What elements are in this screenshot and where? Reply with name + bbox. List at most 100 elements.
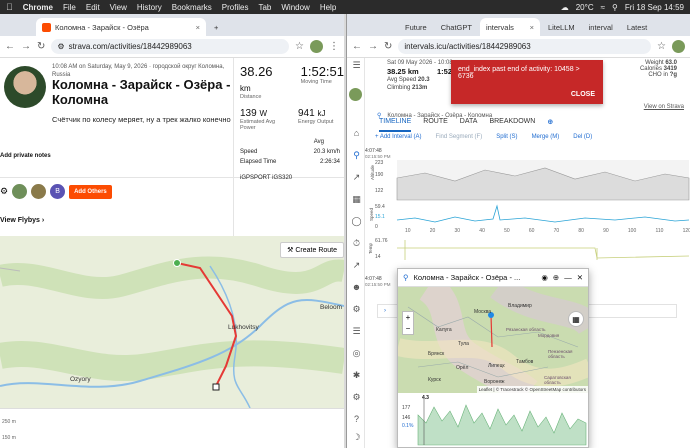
people-icon[interactable]: ☻ [351,282,362,293]
back-icon[interactable]: ← [352,41,362,52]
avatar[interactable]: B [50,184,66,199]
back-icon[interactable]: ← [5,41,15,52]
tab-intervals[interactable]: intervals × [479,18,540,36]
weather-icon[interactable]: ☁ [561,3,569,12]
camera-icon[interactable]: ◉ [541,273,548,282]
delete-button[interactable]: Del (D) [573,134,592,146]
home-icon[interactable]: ⌂ [351,128,362,139]
clock[interactable]: Fri 18 Sep 14:59 [625,3,684,12]
bookmark-star-icon[interactable]: ☆ [657,41,666,52]
x-tick: 90 [603,228,609,234]
tab-latest[interactable]: Latest [621,18,653,36]
site-info-icon[interactable]: ⚙ [57,42,64,51]
bookmark-star-icon[interactable]: ☆ [295,41,304,52]
timeline-chart[interactable]: 4:07:48 02:15:50 PM 223 190 122 Altitude… [365,148,690,268]
menu-edit[interactable]: Edit [86,3,100,12]
menu-icon[interactable]: ☰ [351,60,362,71]
avatar[interactable] [349,88,362,101]
close-icon[interactable]: × [530,23,534,32]
close-icon[interactable]: × [196,23,200,32]
tab-breakdown[interactable]: BREAKDOWN [489,118,535,132]
bulb-icon[interactable]: ✱ [351,370,362,381]
plan-icon[interactable]: ☰ [351,326,362,337]
alt-axis-label: Altitude [370,164,376,181]
menu-tab[interactable]: Tab [258,3,271,12]
menu-window[interactable]: Window [281,3,309,12]
split-button[interactable]: Split (S) [496,134,517,146]
timer-icon[interactable]: ⏱ [351,238,362,249]
add-others-button[interactable]: Add Others [69,184,112,199]
view-flybys-link[interactable]: View Flybys › [0,217,44,224]
menu-help[interactable]: Help [320,3,336,12]
tab-route[interactable]: ROUTE [423,118,448,132]
alt-tick: 223 [375,160,384,166]
avatar[interactable] [310,40,323,53]
forward-icon[interactable]: → [21,41,31,52]
speed-tick: 0 [375,224,378,230]
map-city: Москва [474,309,492,315]
add-tab-icon[interactable]: ⊕ [547,118,553,132]
add-interval-button[interactable]: + Add Interval (A) [375,134,422,146]
zoom-out-button[interactable]: − [403,323,413,334]
find-segment-button[interactable]: Find Segment (F) [436,134,483,146]
view-on-strava-link[interactable]: View on Strava [644,104,684,110]
minimize-icon[interactable]: — [564,273,572,282]
alert-close-button[interactable]: CLOSE [571,91,595,98]
x-tick: 60 [528,228,535,234]
icu-sidebar: ☰ ⌂ ⚲ ↗ ▦ ◯ ⏱ ↗ ☻ ⚙ ☰ ◎ ✱ ⚙ ? ☽ [347,58,365,448]
elevation-chart[interactable]: 250 m 150 m [0,408,344,448]
settings-icon[interactable]: ⚙ [351,304,362,315]
reload-icon[interactable]: ↻ [37,41,45,52]
graph-icon[interactable]: ↗ [351,260,362,271]
tab-timeline[interactable]: TIMELINE [379,118,412,132]
zoom-in-button[interactable]: + [403,312,413,323]
tab-strava-activity[interactable]: Коломна - Зарайск - Озёра × [36,18,206,36]
create-route-button[interactable]: ⚒ Create Route [280,242,344,258]
close-icon[interactable]: ✕ [577,273,583,282]
chart-icon[interactable]: ↗ [351,172,362,183]
bike-icon[interactable]: ⚲ [351,150,362,161]
apple-icon[interactable]:  [6,2,13,12]
menu-history[interactable]: History [137,3,162,12]
athlete-avatar[interactable] [4,66,46,108]
merge-button[interactable]: Merge (M) [532,134,560,146]
popup-map[interactable]: + − ▦ Москва Владимир Рязанская область … [398,287,588,393]
new-tab-button[interactable]: + [208,18,224,36]
wifi-icon[interactable]: ≈ [601,3,605,12]
forward-icon[interactable]: → [368,41,378,52]
reload-icon[interactable]: ↻ [384,41,392,52]
url-field[interactable]: ⚙ strava.com/activities/18442989063 [51,39,290,54]
gear-icon[interactable]: ⚙ [351,392,362,403]
menu-view[interactable]: View [110,3,127,12]
elev-tick: 150 m [2,435,16,441]
route-map[interactable]: ⚒ Create Route Lukhovitsy Ozyory Beloom [0,236,344,408]
tab-litellm[interactable]: LiteLLM [542,18,581,36]
avatar[interactable] [31,184,47,199]
popup-elevation-chart[interactable]: 177 146 0.1% 4.3 [398,393,588,447]
moon-icon[interactable]: ☽ [351,432,362,443]
search-icon[interactable]: ⚲ [612,3,618,12]
more-icon[interactable]: ⋮ [329,41,339,52]
tab-chatgpt[interactable]: ChatGPT [435,18,478,36]
cho-value[interactable]: ?g [670,72,677,78]
map-city: Мордовия [538,333,560,338]
tab-future[interactable]: Future [399,18,433,36]
help-icon[interactable]: ? [351,414,362,425]
menu-file[interactable]: File [63,3,76,12]
layers-icon[interactable]: ▦ [568,311,584,327]
menu-profiles[interactable]: Profiles [222,3,249,12]
avatar[interactable] [672,40,685,53]
avatar[interactable] [12,184,28,199]
add-private-notes-link[interactable]: Add private notes [0,153,51,159]
shield-icon[interactable]: ◎ [351,348,362,359]
tab-interval[interactable]: interval [583,18,619,36]
map-attribution[interactable]: Leaflet | © Tracestrack © OpenStreetMap … [476,386,588,393]
menu-bookmarks[interactable]: Bookmarks [172,3,212,12]
watch-icon[interactable]: ◯ [351,216,362,227]
compass-icon[interactable]: ⊕ [553,273,559,282]
activity-stats: 38.26 km Distance 1:52:51 Moving Time 13… [233,58,344,258]
url-field[interactable]: intervals.icu/activities/18442989063 [398,39,652,54]
menubar-app-name[interactable]: Chrome [23,3,53,12]
calendar-icon[interactable]: ▦ [351,194,362,205]
tab-data[interactable]: DATA [460,118,478,132]
